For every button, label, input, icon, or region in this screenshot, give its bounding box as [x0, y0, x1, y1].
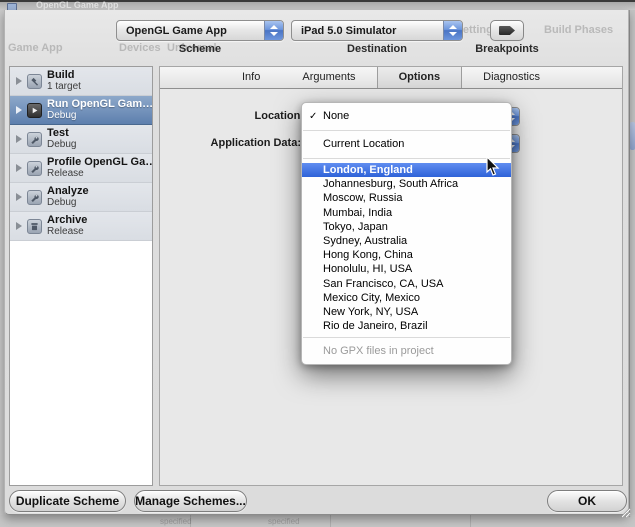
sidebar-item-subtitle: Debug — [47, 139, 76, 151]
profile-wrench-icon — [27, 161, 42, 176]
sidebar-item-title: Profile OpenGL Ga… — [47, 156, 152, 168]
background-popup-edge — [630, 122, 635, 150]
manage-schemes-button[interactable]: Manage Schemes... — [134, 490, 247, 512]
application-data-label: Application Data: — [160, 137, 301, 149]
menu-item-city[interactable]: Mumbai, India — [302, 206, 511, 220]
disclosure-triangle-icon[interactable] — [16, 222, 22, 230]
menu-item-city[interactable]: Johannesburg, South Africa — [302, 177, 511, 191]
menu-item-city[interactable]: Honolulu, HI, USA — [302, 262, 511, 276]
cursor-arrow — [486, 156, 501, 182]
location-label: Location: — [160, 110, 304, 122]
sidebar-item-subtitle: Debug — [47, 197, 89, 209]
menu-item-city[interactable]: Mexico City, Mexico — [302, 291, 511, 305]
scheme-actions-sidebar: Build 1 target Run OpenGL Gam… Debug Tes… — [9, 66, 153, 486]
breakpoints-toggle-button[interactable] — [490, 20, 524, 41]
resize-grip[interactable] — [617, 504, 631, 523]
checkmark-icon: ✓ — [309, 107, 317, 126]
menu-item-label: Current Location — [323, 138, 404, 150]
ghost-bottom-text: specified — [160, 517, 192, 526]
analyze-wrench-icon — [27, 190, 42, 205]
sidebar-item-analyze[interactable]: Analyze Debug — [10, 183, 152, 212]
menu-item-current-location[interactable]: Current Location — [302, 135, 511, 154]
menu-item-label: None — [323, 110, 349, 122]
menu-item-city[interactable]: Tokyo, Japan — [302, 220, 511, 234]
ok-button[interactable]: OK — [547, 490, 627, 512]
menu-item-no-gpx-note: No GPX files in project — [302, 342, 511, 360]
ghost-target-label: Game App — [8, 42, 63, 54]
tab-options[interactable]: Options — [377, 67, 463, 88]
destination-popup-value: iPad 5.0 Simulator — [292, 25, 443, 37]
ghost-bottom-text: specified — [268, 517, 300, 526]
sidebar-item-title: Run OpenGL Gam… — [47, 98, 152, 110]
menu-item-city[interactable]: Moscow, Russia — [302, 191, 511, 205]
sidebar-item-title: Test — [47, 127, 76, 139]
background-window-bottom: specified specified — [0, 515, 635, 527]
build-hammer-icon — [27, 74, 42, 89]
sidebar-item-subtitle: Debug — [47, 110, 152, 122]
sidebar-item-run[interactable]: Run OpenGL Gam… Debug — [10, 96, 152, 125]
sidebar-item-subtitle: Release — [47, 168, 152, 180]
duplicate-scheme-button[interactable]: Duplicate Scheme — [9, 490, 126, 512]
sidebar-item-subtitle: Release — [47, 226, 87, 238]
scheme-editor-sheet: Game App Devices Universal Build Setting… — [4, 10, 629, 515]
breakpoint-tag-icon — [499, 26, 515, 35]
location-menu: ✓ None Current Location London, England … — [301, 102, 512, 365]
disclosure-triangle-icon[interactable] — [16, 106, 22, 114]
sidebar-item-test[interactable]: Test Debug — [10, 125, 152, 154]
scheme-popup-value: OpenGL Game App — [117, 25, 264, 37]
menu-separator — [303, 130, 510, 131]
scheme-label: Scheme — [116, 43, 284, 55]
sidebar-item-profile[interactable]: Profile OpenGL Ga… Release — [10, 154, 152, 183]
menu-item-none[interactable]: ✓ None — [302, 107, 511, 126]
pane-tab-bar: Info Arguments Options Diagnostics — [160, 67, 622, 89]
sidebar-item-archive[interactable]: Archive Release — [10, 212, 152, 241]
menu-separator — [303, 337, 510, 338]
sidebar-item-subtitle: 1 target — [47, 81, 81, 93]
menu-item-city[interactable]: New York, NY, USA — [302, 305, 511, 319]
menu-item-city[interactable]: Rio de Janeiro, Brazil — [302, 319, 511, 333]
sidebar-item-title: Build — [47, 69, 81, 81]
disclosure-triangle-icon[interactable] — [16, 135, 22, 143]
breakpoints-label: Breakpoints — [472, 43, 542, 55]
menu-separator — [303, 158, 510, 159]
sidebar-item-build[interactable]: Build 1 target — [10, 67, 152, 96]
background-window-right-edge — [629, 10, 635, 527]
ghost-build-phases-tab: Build Phases — [544, 24, 613, 36]
menu-item-city[interactable]: Sydney, Australia — [302, 234, 511, 248]
destination-popup[interactable]: iPad 5.0 Simulator — [291, 20, 463, 41]
menu-item-city[interactable]: Hong Kong, China — [302, 248, 511, 262]
archive-box-icon — [27, 219, 42, 234]
tab-arguments[interactable]: Arguments — [281, 67, 376, 88]
background-window-title: OpenGL Game App — [36, 0, 119, 10]
popup-arrows-icon — [264, 21, 283, 40]
background-window-titlebar: OpenGL Game App — [0, 0, 635, 10]
tab-diagnostics[interactable]: Diagnostics — [462, 67, 561, 88]
tab-info[interactable]: Info — [221, 67, 281, 88]
scheme-popup[interactable]: OpenGL Game App — [116, 20, 284, 41]
destination-label: Destination — [291, 43, 463, 55]
test-wrench-icon — [27, 132, 42, 147]
popup-arrows-icon — [443, 21, 462, 40]
disclosure-triangle-icon[interactable] — [16, 164, 22, 172]
disclosure-triangle-icon[interactable] — [16, 77, 22, 85]
sidebar-item-title: Analyze — [47, 185, 89, 197]
menu-item-city[interactable]: London, England — [302, 163, 511, 177]
sidebar-item-title: Archive — [47, 214, 87, 226]
menu-item-city[interactable]: San Francisco, CA, USA — [302, 277, 511, 291]
run-play-icon — [27, 103, 42, 118]
disclosure-triangle-icon[interactable] — [16, 193, 22, 201]
